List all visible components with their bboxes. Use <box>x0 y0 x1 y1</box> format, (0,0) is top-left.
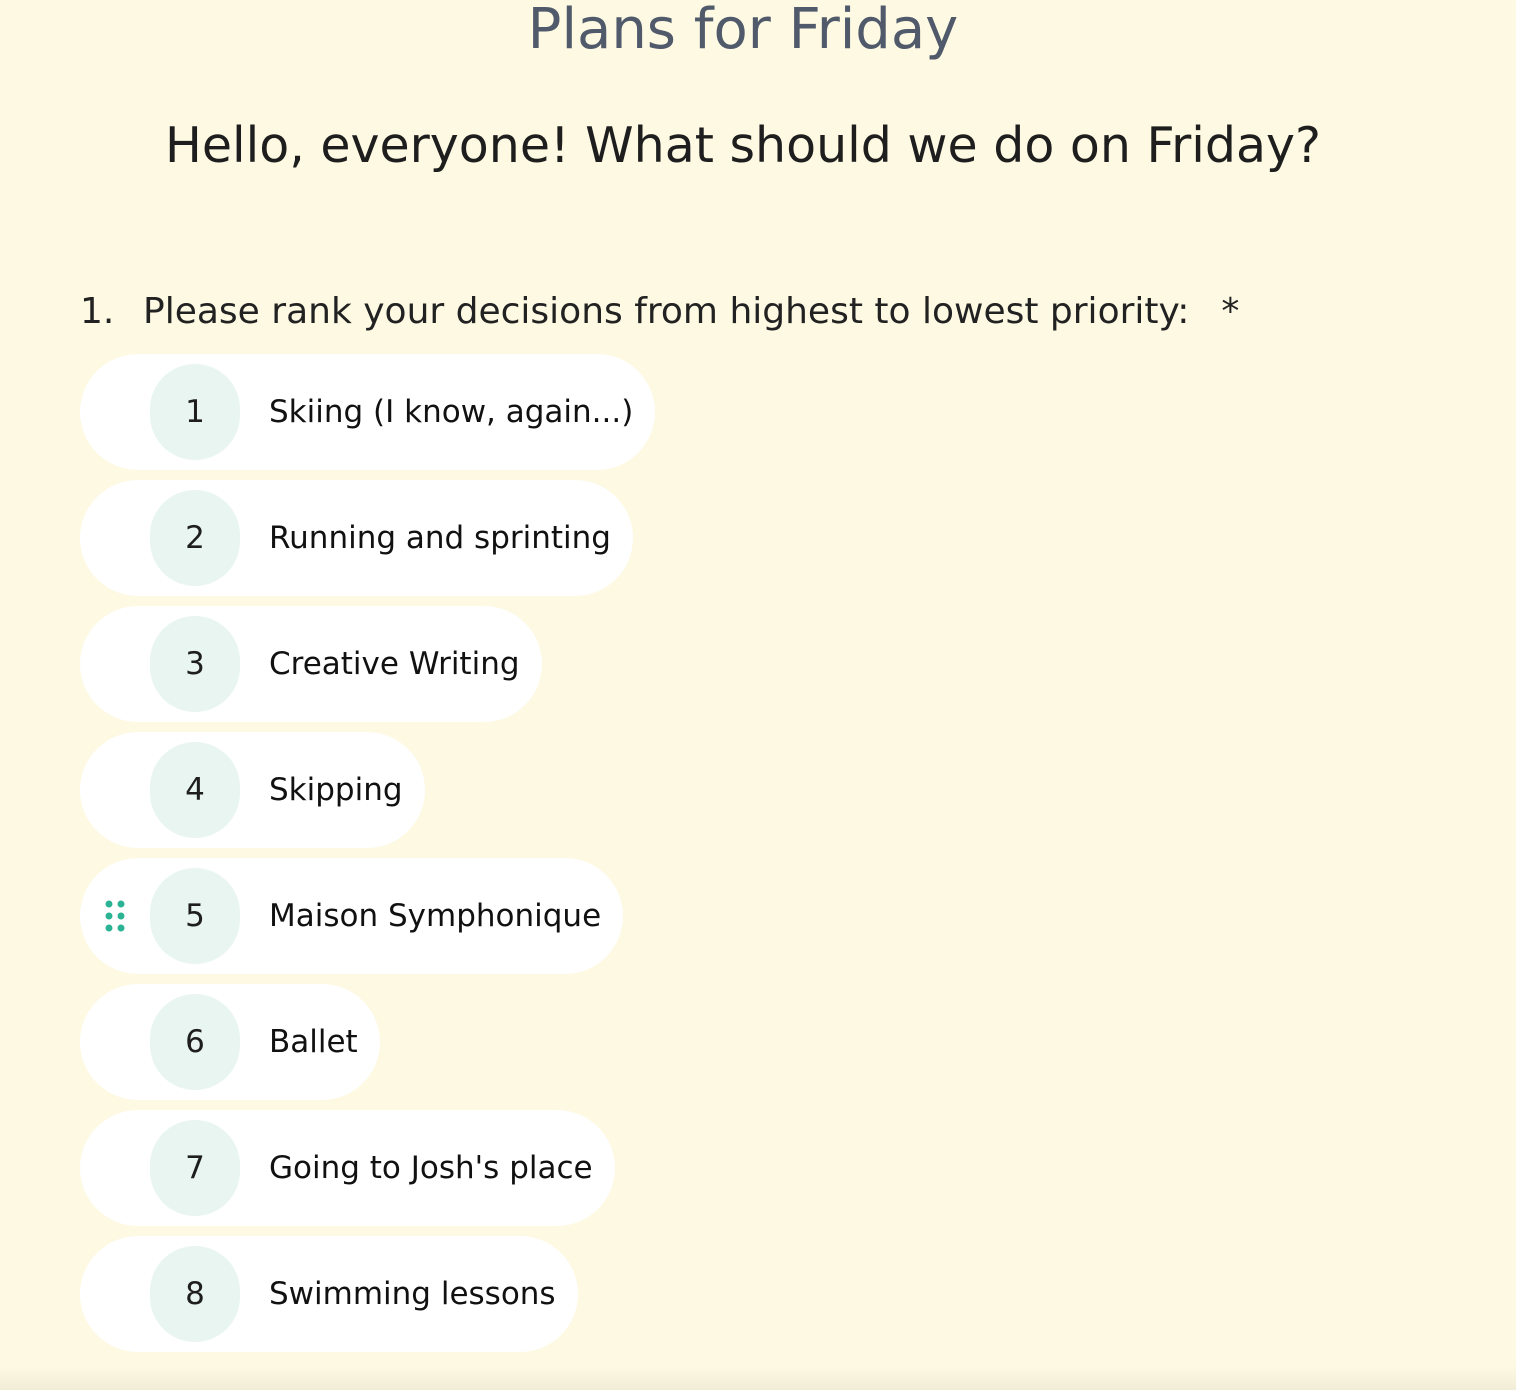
question-text: Please rank your decisions from highest … <box>143 291 1190 332</box>
drag-grip-icon[interactable] <box>80 858 150 974</box>
ranking-item-label: Ballet <box>269 1024 358 1060</box>
rank-number-badge: 6 <box>150 994 240 1090</box>
page-bottom-shadow <box>0 1366 1516 1390</box>
rank-number-badge: 7 <box>150 1120 240 1216</box>
ranking-item[interactable]: 3 Creative Writing <box>80 606 542 722</box>
ranking-item-label: Skipping <box>269 772 403 808</box>
ranking-item[interactable]: 1 Skiing (I know, again...) <box>80 354 656 470</box>
ranking-item[interactable]: 5 Maison Symphonique <box>80 858 624 974</box>
ranking-item[interactable]: 8 Swimming lessons <box>80 1236 578 1352</box>
form-description: Hello, everyone! What should we do on Fr… <box>165 117 1321 174</box>
ranking-item-label: Going to Josh's place <box>269 1150 593 1186</box>
ranking-item-label: Swimming lessons <box>269 1276 556 1312</box>
ranking-item-label: Running and sprinting <box>269 520 611 556</box>
ranking-item[interactable]: 2 Running and sprinting <box>80 480 633 596</box>
ranking-item[interactable]: 6 Ballet <box>80 984 380 1100</box>
ranking-item-label: Maison Symphonique <box>269 898 602 934</box>
rank-number-badge: 2 <box>150 490 240 586</box>
required-marker: * <box>1221 291 1240 332</box>
ranking-item-label: Creative Writing <box>269 646 520 682</box>
rank-number-badge: 8 <box>150 1246 240 1342</box>
question-heading: 1. Please rank your decisions from highes… <box>80 288 1239 336</box>
ranking-item[interactable]: 7 Going to Josh's place <box>80 1110 615 1226</box>
ranking-item-label: Skiing (I know, again...) <box>269 394 634 430</box>
form-title: Plans for Friday <box>527 0 959 62</box>
rank-number-badge: 5 <box>150 868 240 964</box>
rank-number-badge: 3 <box>150 616 240 712</box>
ranking-item[interactable]: 4 Skipping <box>80 732 425 848</box>
question-number: 1. <box>80 291 115 332</box>
rank-number-badge: 1 <box>150 364 240 460</box>
ranking-list: 1 Skiing (I know, again...) 2 Running an… <box>80 354 656 1362</box>
rank-number-badge: 4 <box>150 742 240 838</box>
